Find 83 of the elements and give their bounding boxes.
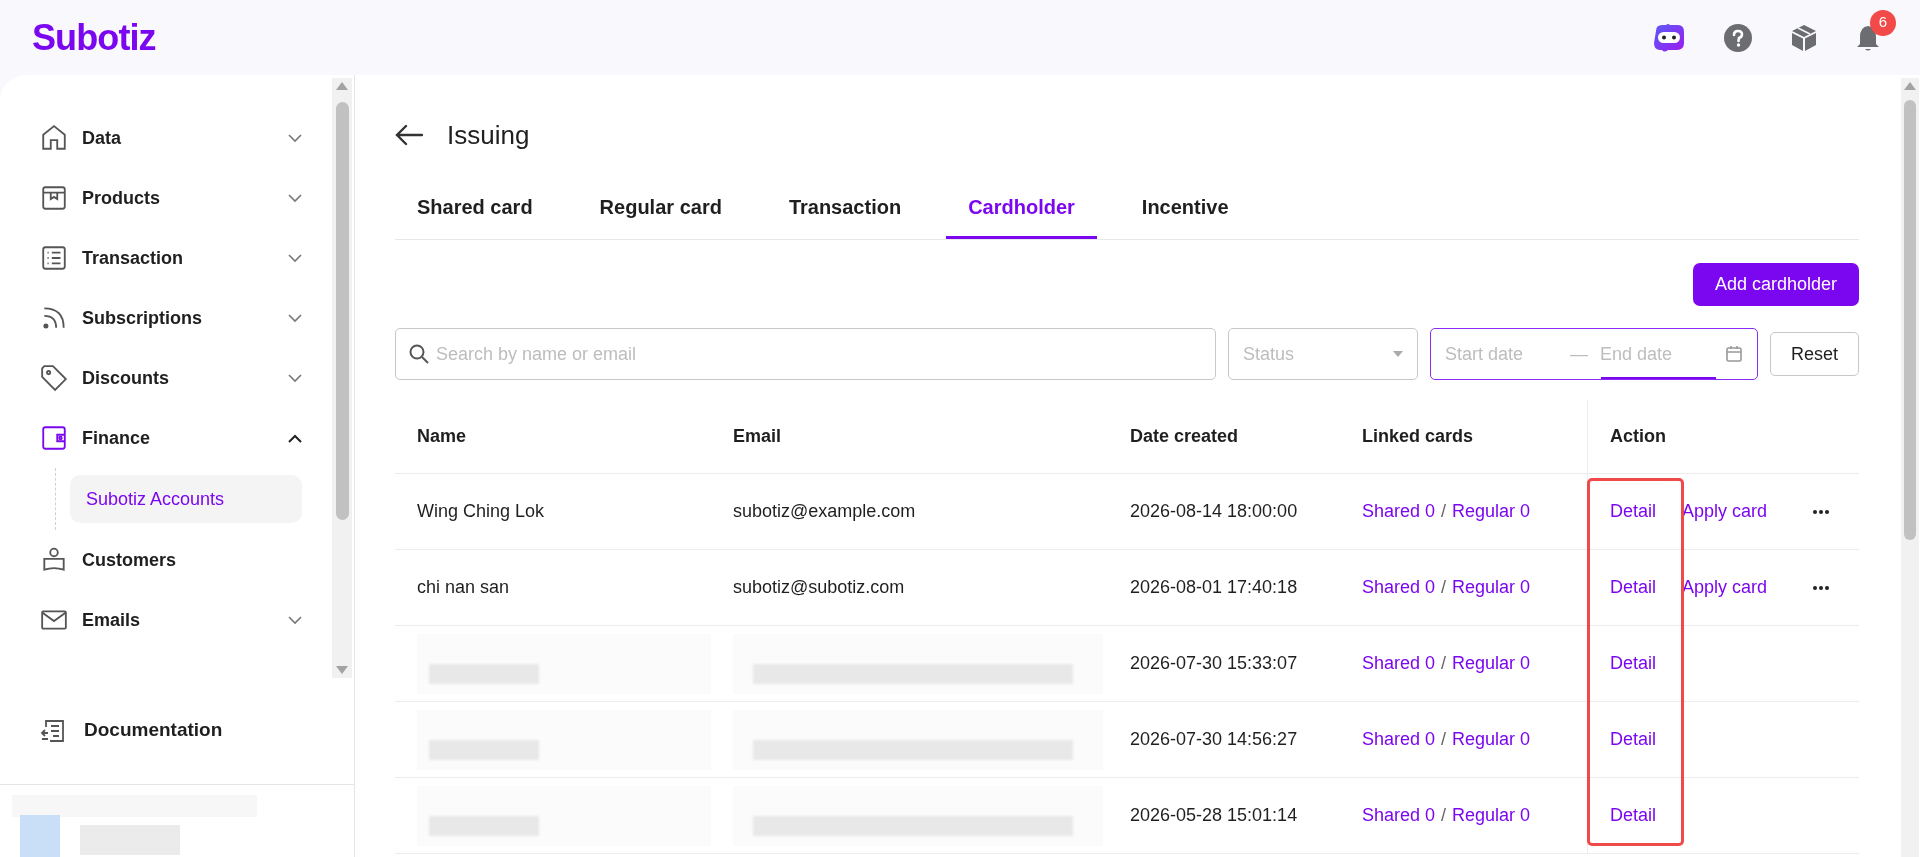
add-cardholder-button[interactable]: Add cardholder <box>1692 263 1859 306</box>
sidebar-subitem[interactable]: Subotiz Accounts <box>70 475 302 523</box>
link[interactable]: Apply card <box>1682 498 1768 525</box>
link[interactable]: Detail <box>1610 726 1657 753</box>
tab[interactable]: Shared card <box>395 178 555 239</box>
tab[interactable]: Transaction <box>766 178 924 239</box>
column-header: Email <box>733 425 782 448</box>
help-icon[interactable] <box>1724 23 1752 52</box>
notification-badge: 6 <box>1870 9 1896 36</box>
more-icon[interactable] <box>1813 585 1830 590</box>
column-header: Name <box>417 425 467 448</box>
link[interactable]: Regular 0 <box>1452 498 1531 525</box>
link[interactable]: Apply card <box>1682 574 1768 601</box>
list-icon <box>40 244 68 272</box>
table-cell-text: chi nan san <box>417 576 510 599</box>
package-icon[interactable] <box>1790 22 1818 53</box>
chevron-down-icon[interactable] <box>288 313 302 323</box>
link[interactable]: Shared 0 <box>1362 802 1436 829</box>
link[interactable]: Shared 0 <box>1362 650 1436 677</box>
separator-text: / <box>1441 576 1447 599</box>
table-cell-text: 2026-07-30 14:56:27 <box>1130 728 1298 751</box>
link[interactable]: Regular 0 <box>1452 650 1531 677</box>
link[interactable]: Regular 0 <box>1452 802 1531 829</box>
tab[interactable]: Cardholder <box>946 178 1097 239</box>
notification-bell-icon[interactable] <box>1856 23 1880 52</box>
link[interactable]: Shared 0 <box>1362 726 1436 753</box>
table-cell-text: 2026-08-01 17:40:18 <box>1130 576 1298 599</box>
table-cell-text: subotiz@subotiz.com <box>733 576 905 599</box>
home-icon <box>40 124 68 152</box>
link[interactable]: Detail <box>1610 574 1657 601</box>
logo[interactable]: Subotiz <box>32 10 156 65</box>
chevron-down-icon[interactable] <box>288 133 302 143</box>
box-icon <box>40 184 68 212</box>
sidebar-item[interactable]: Emails <box>82 606 141 634</box>
search-field[interactable]: Search by name or email <box>395 328 1216 380</box>
column-header: Linked cards <box>1362 425 1474 448</box>
chevron-down-icon[interactable] <box>288 615 302 625</box>
separator-text: / <box>1441 500 1447 523</box>
separator-text: / <box>1441 728 1447 751</box>
chevron-down-icon[interactable] <box>288 373 302 383</box>
link[interactable]: Detail <box>1610 650 1657 677</box>
table-cell-text: subotiz@example.com <box>733 500 916 523</box>
separator-text: / <box>1441 804 1447 827</box>
more-icon[interactable] <box>1813 509 1830 514</box>
table-cell-text: 2026-05-28 15:01:14 <box>1130 804 1298 827</box>
document-icon[interactable] <box>40 717 66 744</box>
separator-text: / <box>1441 652 1447 675</box>
sidebar-item[interactable]: Customers <box>82 546 177 574</box>
sidebar-item[interactable]: Finance <box>82 424 151 452</box>
chevron-down-icon[interactable] <box>288 193 302 203</box>
rss-icon <box>40 304 68 332</box>
sidebar-item[interactable]: Documentation <box>84 716 223 745</box>
scrollbar[interactable] <box>332 78 352 678</box>
column-header: Action <box>1610 425 1666 448</box>
sidebar-item[interactable]: Data <box>82 124 121 152</box>
sidebar-item[interactable]: Transaction <box>82 244 184 272</box>
calendar-icon <box>1725 345 1743 363</box>
reset-button[interactable]: Reset <box>1770 332 1859 376</box>
tab[interactable]: Incentive <box>1119 178 1251 239</box>
table-cell-text: Wing Ching Lok <box>417 500 545 523</box>
page-title: Issuing <box>447 118 530 152</box>
chevron-down-icon[interactable] <box>288 253 302 263</box>
link[interactable]: Regular 0 <box>1452 726 1531 753</box>
tag-icon <box>40 364 68 392</box>
sidebar-item[interactable]: Products <box>82 184 160 212</box>
assistant-icon[interactable] <box>1652 22 1686 53</box>
link[interactable]: Shared 0 <box>1362 574 1436 601</box>
table-cell-text: 2026-08-14 18:00:00 <box>1130 500 1298 523</box>
sidebar-item[interactable]: Discounts <box>82 364 169 392</box>
column-header: Date created <box>1130 425 1239 448</box>
user-icon <box>40 546 68 574</box>
tab[interactable]: Regular card <box>577 178 744 239</box>
chevron-up-icon[interactable] <box>288 433 302 443</box>
back-arrow-icon[interactable] <box>395 124 423 146</box>
link[interactable]: Detail <box>1610 802 1657 829</box>
sidebar-item[interactable]: Subscriptions <box>82 304 202 332</box>
dropdown-caret-icon <box>1393 351 1403 357</box>
link[interactable]: Detail <box>1610 498 1657 525</box>
link[interactable]: Regular 0 <box>1452 574 1531 601</box>
scrollbar[interactable] <box>1901 78 1919 857</box>
table-cell-text: 2026-07-30 15:33:07 <box>1130 652 1298 675</box>
link[interactable]: Shared 0 <box>1362 498 1436 525</box>
search-icon <box>409 344 429 364</box>
